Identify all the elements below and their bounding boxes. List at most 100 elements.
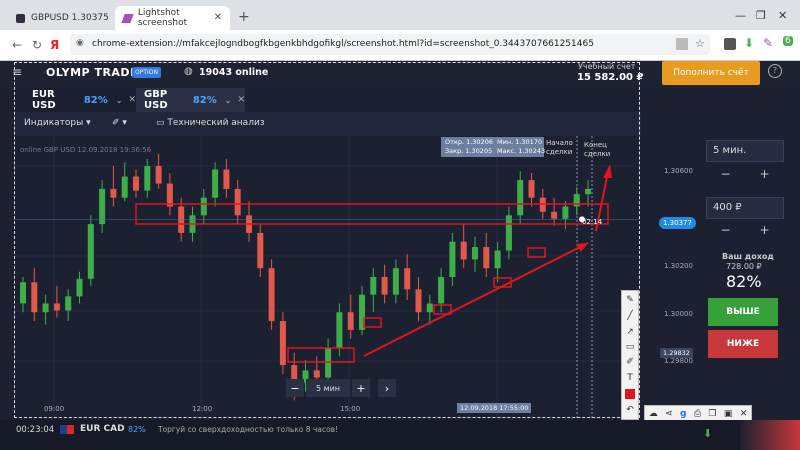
option-badge: OPTION	[132, 67, 161, 78]
extension-badge[interactable]: 6	[783, 36, 793, 46]
candle-body	[404, 268, 411, 290]
share-icon[interactable]: ⋖	[665, 409, 673, 419]
amount-stepper[interactable]: − +	[706, 220, 784, 240]
candle-body	[494, 250, 501, 269]
restore-window-icon[interactable]: ❐	[756, 9, 766, 22]
low-box-annotation	[363, 317, 382, 328]
rectangle-tool-icon[interactable]: ▭	[624, 341, 636, 353]
asset-tab-eurusd[interactable]: EUR USD 82% ⌄ ✕	[24, 88, 136, 112]
indicators-dropdown[interactable]: Индикаторы ▾	[24, 118, 91, 128]
download-icon[interactable]: ⬇	[744, 36, 754, 50]
zoom-in-button[interactable]: +	[352, 379, 370, 397]
extension-shield-icon[interactable]	[724, 38, 736, 50]
expiry-time-field[interactable]: 5 мин.	[706, 140, 784, 162]
back-icon[interactable]: ←	[12, 38, 22, 52]
close-tab-icon[interactable]: ✕	[214, 12, 222, 23]
browser-tab-gbpusd[interactable]: GBPUSD 1.30375	[8, 6, 113, 30]
amount-field[interactable]: 400 ₽	[706, 197, 784, 219]
low-box-annotation	[287, 347, 355, 363]
technical-analysis-button[interactable]: ▭ Технический анализ	[156, 118, 265, 128]
chart-canvas	[14, 136, 639, 418]
asset-tab-gbpusd[interactable]: GBP USD 82% ⌄ ✕	[136, 88, 245, 112]
candle-body	[505, 215, 512, 251]
promo-timer: 00:23:04	[16, 425, 55, 435]
help-icon[interactable]: ?	[768, 64, 782, 78]
pen-tool-icon[interactable]: ✎	[624, 294, 636, 306]
close-asset-icon[interactable]: ✕	[237, 95, 245, 105]
account-label: Учебный счет	[578, 62, 636, 71]
yandex-logo-icon[interactable]: Я	[50, 38, 59, 52]
minimize-window-icon[interactable]: —	[735, 9, 746, 22]
text-tool-icon[interactable]: T	[624, 372, 636, 384]
zoom-out-button[interactable]: −	[286, 379, 304, 397]
gift-icon[interactable]: ⬇	[703, 427, 712, 440]
candle-body	[347, 312, 354, 330]
url-text[interactable]: chrome-extension://mfakcejlogndbogfkbgen…	[92, 39, 594, 49]
candle-body	[166, 183, 173, 207]
color-picker-icon[interactable]	[625, 389, 635, 399]
chevron-down-icon[interactable]: ⌄	[116, 96, 123, 105]
scroll-right-button[interactable]: ›	[378, 379, 396, 397]
page-action-icon[interactable]	[676, 38, 688, 50]
promo-pair[interactable]: EUR CAD	[80, 424, 125, 434]
plus-icon[interactable]: +	[759, 167, 769, 181]
bookmark-star-icon[interactable]: ☆	[695, 37, 705, 50]
plus-icon[interactable]: +	[759, 223, 769, 237]
trade-panel	[641, 88, 800, 428]
minus-icon[interactable]: −	[720, 223, 730, 237]
close-asset-icon[interactable]: ✕	[128, 95, 136, 105]
indicators-label: Индикаторы	[24, 118, 84, 128]
candle-body	[99, 188, 106, 225]
pen-icon: ✐	[112, 118, 120, 128]
candle-body	[121, 176, 128, 198]
price-tick: 1.30600	[664, 167, 693, 175]
candle-body	[426, 303, 433, 313]
undo-icon[interactable]: ↶	[624, 404, 636, 416]
account-balance[interactable]: 15 582.00 ₽	[577, 72, 643, 83]
line-tool-icon[interactable]: ╱	[624, 310, 636, 322]
menu-icon[interactable]: ≡	[12, 65, 22, 79]
candle-body	[438, 277, 445, 304]
candle-body	[449, 241, 456, 277]
expiry-stepper[interactable]: − +	[706, 164, 784, 184]
trade-timer-label: 02:14	[582, 218, 603, 226]
top-up-button[interactable]: Пополнить счёт	[662, 61, 760, 85]
chevron-down-icon[interactable]: ⌄	[225, 96, 232, 105]
tooltip-min: Мин. 1.30170	[497, 138, 543, 146]
monitor-icon: ▭	[156, 118, 165, 128]
chevron-down-icon[interactable]: ⌄	[624, 72, 631, 81]
new-tab-button[interactable]: +	[238, 9, 250, 25]
minus-icon[interactable]: −	[720, 167, 730, 181]
close-window-icon[interactable]: ✕	[778, 9, 787, 22]
sell-lower-button[interactable]: НИЖЕ	[708, 330, 778, 358]
trend-line-annotation	[363, 242, 589, 357]
draw-tool-dropdown[interactable]: ✐ ▾	[112, 118, 127, 128]
extension-page-icon: ◉	[76, 38, 84, 48]
browser-tab-lightshot[interactable]: Lightshot screenshot ✕	[115, 6, 230, 30]
tooltip-max: Макс. 1.30243	[497, 147, 546, 155]
caret-down-icon: ▾	[122, 118, 127, 128]
upload-cloud-icon[interactable]: ☁	[649, 409, 658, 419]
candle-body	[20, 282, 26, 304]
save-icon[interactable]: ▣	[724, 409, 733, 419]
google-search-icon[interactable]: g	[680, 409, 686, 419]
lightshot-feather-icon	[121, 13, 134, 23]
site-favicon-icon	[16, 13, 25, 23]
tooltip-close: Закр. 1.30205	[445, 147, 493, 155]
promo-message: Торгуй со сверхдоходностью только 8 часо…	[158, 425, 339, 434]
candle-body	[279, 321, 286, 366]
candle-body	[415, 289, 422, 313]
candle-body	[562, 206, 569, 219]
refresh-icon[interactable]: ↻	[32, 38, 42, 52]
print-icon[interactable]: ⎙	[694, 409, 701, 419]
marker-tool-icon[interactable]: ✐	[624, 356, 636, 368]
flag-icon	[60, 425, 74, 434]
timeframe-label[interactable]: 5 мин	[306, 379, 350, 397]
buy-higher-button[interactable]: ВЫШЕ	[708, 298, 778, 326]
arrow-tool-icon[interactable]: ↗	[624, 326, 636, 338]
close-icon[interactable]: ✕	[740, 409, 748, 419]
price-chart[interactable]	[14, 136, 639, 418]
asset-name: EUR USD	[32, 89, 56, 111]
copy-icon[interactable]: ❐	[708, 409, 716, 419]
lightshot-extension-icon[interactable]: ✎	[763, 36, 773, 50]
